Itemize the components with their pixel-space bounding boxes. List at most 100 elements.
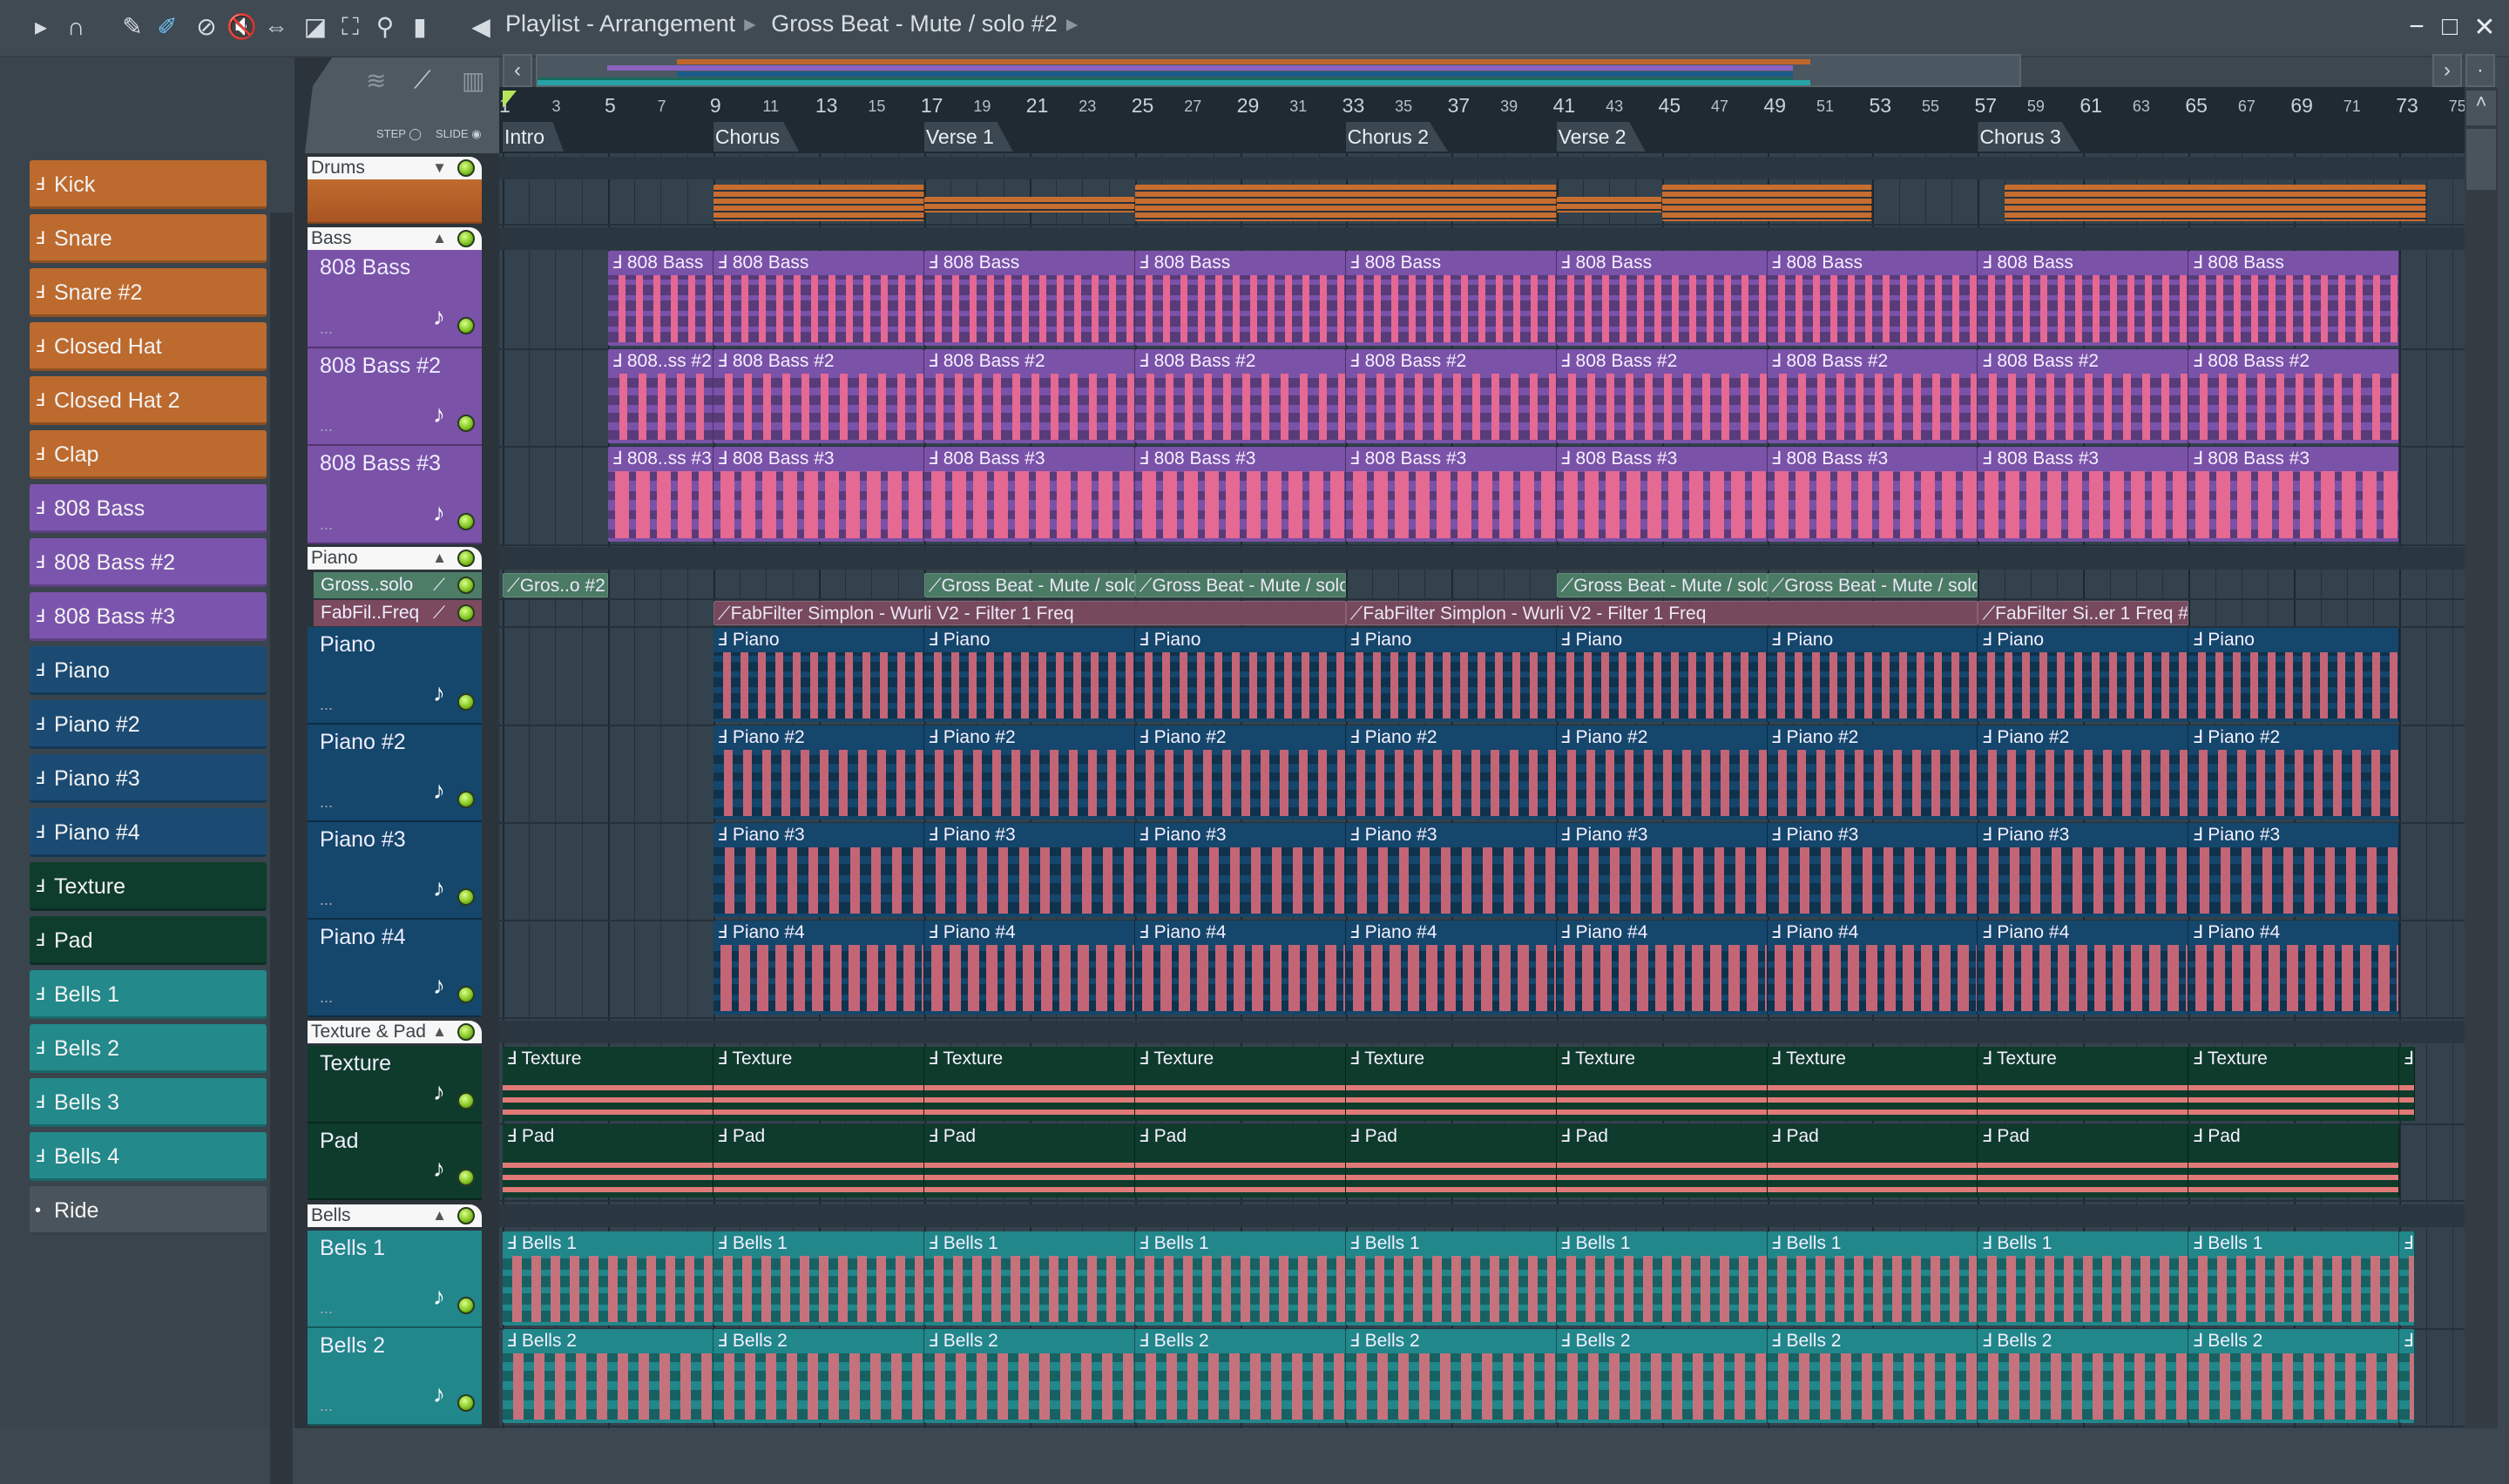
piano-roll-icon[interactable]: ▥ <box>462 66 484 95</box>
channel-closed-hat-2[interactable]: Ⅎ Closed Hat 2 <box>30 376 267 425</box>
marker-chorus-3[interactable]: Chorus 3 <box>1978 122 2080 152</box>
pattern-clip[interactable]: Ⅎ Piano #2 <box>1134 725 1346 820</box>
pattern-clip[interactable]: Ⅎ Piano #3 <box>923 823 1135 917</box>
audio-wave-icon[interactable]: ≋ <box>366 66 386 95</box>
timeline-ruler[interactable]: 1357911131517192123252729313335373941434… <box>499 87 2465 153</box>
pattern-clip[interactable]: Ⅎ Pad <box>713 1124 924 1197</box>
automation-clip[interactable]: ⟋FabFilter Simplon - Wurli V2 - Filter 1… <box>713 601 1346 625</box>
channel-808-bass-2[interactable]: Ⅎ 808 Bass #2 <box>30 538 267 587</box>
pattern-clip[interactable]: Ⅎ 808 Bass <box>1134 251 1346 346</box>
pattern-clip[interactable]: Ⅎ 808 Bass #2 <box>2188 349 2400 443</box>
pattern-clip[interactable]: Ⅎ 808 Bass #2 <box>1767 349 1978 443</box>
channel-closed-hat[interactable]: Ⅎ Closed Hat <box>30 322 267 371</box>
step-toggle[interactable]: STEP ◯ <box>376 127 422 141</box>
pattern-clip[interactable]: Ⅎ Piano #2 <box>1345 725 1557 820</box>
automation-clip[interactable]: ⟋Gross Beat - Mute / solo <box>1134 573 1346 597</box>
pattern-clip[interactable]: Ⅎ Piano #4 <box>1134 921 1346 1015</box>
pattern-clip[interactable]: Ⅎ Piano #3 <box>1134 823 1346 917</box>
paint-brush-icon[interactable]: ✐ <box>152 12 182 42</box>
channel-bells-4[interactable]: Ⅎ Bells 4 <box>30 1132 267 1181</box>
delete-icon[interactable]: ⊘ <box>192 12 221 42</box>
pattern-clip[interactable]: Ⅎ Piano #4 <box>1556 921 1768 1015</box>
pattern-clip[interactable]: Ⅎ Bells 2 <box>1767 1329 1978 1423</box>
automation-clip[interactable]: ⟋FabFilter Simplon - Wurli V2 - Filter 1… <box>1345 601 1978 625</box>
pattern-clip[interactable]: Ⅎ Bells 2 <box>2188 1329 2400 1423</box>
channel-clap[interactable]: Ⅎ Clap <box>30 430 267 479</box>
pattern-clip[interactable]: Ⅎ 808 Bass #3 <box>923 447 1135 542</box>
pattern-clip[interactable]: Ⅎ 808 Bass <box>1556 251 1768 346</box>
pattern-clip[interactable]: Ⅎ 808 Bass #2 <box>713 349 924 443</box>
channel-bells-1[interactable]: Ⅎ Bells 1 <box>30 970 267 1019</box>
scroll-right-button[interactable]: › <box>2432 54 2462 87</box>
track-header[interactable]: 808 Bass #3 ♪... <box>308 446 482 544</box>
group-header-drums[interactable]: Drums ▼ <box>308 157 482 179</box>
pattern-clip[interactable]: Ⅎ 808 Bass #3 <box>1345 447 1557 542</box>
pattern-clip[interactable]: Ⅎ Piano #4 <box>1767 921 1978 1015</box>
pattern-clip[interactable]: Ⅎ Piano <box>2188 628 2400 722</box>
pattern-clip[interactable]: Ⅎ 808 Bass #3 <box>1767 447 1978 542</box>
pattern-clip[interactable]: Ⅎ 808 Bass #3 <box>2188 447 2400 542</box>
group-header-texture-pad[interactable]: Texture & Pad ▲ <box>308 1021 482 1043</box>
pattern-clip[interactable]: Ⅎ 808 Bass #3 <box>1556 447 1768 542</box>
pattern-clip[interactable]: Ⅎ Bells 2 <box>1345 1329 1557 1423</box>
group-header-bass[interactable]: Bass ▲ <box>308 227 482 250</box>
pattern-clip[interactable]: Ⅎ Piano #3 <box>2188 823 2400 917</box>
maximize-icon[interactable]: □ <box>2434 12 2465 42</box>
pattern-clip[interactable]: Ⅎ Bells 2 <box>713 1329 924 1423</box>
channel-808-bass[interactable]: Ⅎ 808 Bass <box>30 484 267 533</box>
channel-snare-2[interactable]: Ⅎ Snare #2 <box>30 268 267 317</box>
automation-clip[interactable]: ⟋Gross Beat - Mute / solo <box>923 573 1135 597</box>
pattern-clip[interactable]: Ⅎ Piano #3 <box>1345 823 1557 917</box>
pattern-clip[interactable]: Ⅎ Piano <box>923 628 1135 722</box>
track-enable-led[interactable] <box>457 604 475 622</box>
pattern-clip[interactable]: Ⅎ Bells 1 <box>1556 1231 1768 1325</box>
pattern-clip[interactable]: Ⅎ Texture <box>1767 1047 1978 1121</box>
pattern-clip[interactable]: Ⅎ Piano #2 <box>1556 725 1768 820</box>
pattern-clip[interactable]: Ⅎ Pad <box>2188 1124 2400 1197</box>
track-header[interactable]: Texture ♪ <box>308 1046 482 1123</box>
track-header[interactable]: 808 Bass ♪... <box>308 250 482 348</box>
pattern-clip[interactable]: Ⅎ Texture <box>1134 1047 1346 1121</box>
pattern-clip[interactable]: Ⅎ Piano #4 <box>923 921 1135 1015</box>
pattern-clip[interactable]: Ⅎ 808 Bass <box>1767 251 1978 346</box>
playback-icon[interactable]: ▮ <box>405 12 435 42</box>
track-enable-led[interactable] <box>457 1394 475 1412</box>
pattern-clip[interactable]: Ⅎ Pad <box>1134 1124 1346 1197</box>
slip-icon[interactable]: ⇔ <box>261 12 291 42</box>
pattern-clip[interactable]: Ⅎ Texture <box>713 1047 924 1121</box>
track-enable-led[interactable] <box>457 986 475 1003</box>
marker-verse-2[interactable]: Verse 2 <box>1556 122 1646 152</box>
pattern-clip[interactable]: Ⅎ Pad <box>503 1124 713 1197</box>
track-header[interactable]: Piano #3 ♪... <box>308 822 482 920</box>
track-header[interactable]: Piano #2 ♪... <box>308 725 482 822</box>
pattern-clip[interactable]: Ⅎ Piano #2 <box>923 725 1135 820</box>
collapse-up-icon[interactable]: ▲ <box>432 1204 447 1227</box>
pattern-clip[interactable]: Ⅎ <box>2399 1047 2416 1121</box>
channel-piano[interactable]: Ⅎ Piano <box>30 646 267 695</box>
track-enable-led[interactable] <box>457 791 475 808</box>
channel-808-bass-3[interactable]: Ⅎ 808 Bass #3 <box>30 592 267 641</box>
group-enable-led[interactable] <box>457 1207 475 1224</box>
pattern-clip[interactable]: Ⅎ 808 Bass #2 <box>1978 349 2189 443</box>
pattern-clip[interactable]: Ⅎ Piano <box>1345 628 1557 722</box>
group-enable-led[interactable] <box>457 1023 475 1041</box>
pattern-clip[interactable]: Ⅎ 808..ss #2 <box>607 349 713 443</box>
channel-snare[interactable]: Ⅎ Snare <box>30 214 267 263</box>
track-header[interactable]: Piano #4 ♪... <box>308 920 482 1017</box>
minimize-icon[interactable]: − <box>2401 12 2432 42</box>
pattern-clip[interactable]: Ⅎ Pad <box>923 1124 1135 1197</box>
pattern-clip[interactable]: Ⅎ 808 Bass #3 <box>1978 447 2189 542</box>
pattern-clip[interactable]: Ⅎ Pad <box>1345 1124 1557 1197</box>
group-enable-led[interactable] <box>457 550 475 567</box>
pattern-clip[interactable]: Ⅎ Texture <box>1978 1047 2189 1121</box>
channel-bells-3[interactable]: Ⅎ Bells 3 <box>30 1078 267 1127</box>
marker-intro[interactable]: Intro <box>503 122 565 152</box>
pattern-clip[interactable]: Ⅎ Bells 2 <box>1978 1329 2189 1423</box>
channel-ride[interactable]: • Ride <box>30 1186 267 1235</box>
pattern-clip[interactable]: Ⅎ 808 Bass <box>1345 251 1557 346</box>
automation-icon[interactable]: ⟋ <box>414 66 431 95</box>
mute-icon[interactable]: 🔇 <box>227 12 257 42</box>
pattern-clip[interactable]: Ⅎ Bells 1 <box>923 1231 1135 1325</box>
automation-clip[interactable]: ⟋Gross Beat - Mute / solo <box>1556 573 1768 597</box>
marker-verse-1[interactable]: Verse 1 <box>923 122 1013 152</box>
